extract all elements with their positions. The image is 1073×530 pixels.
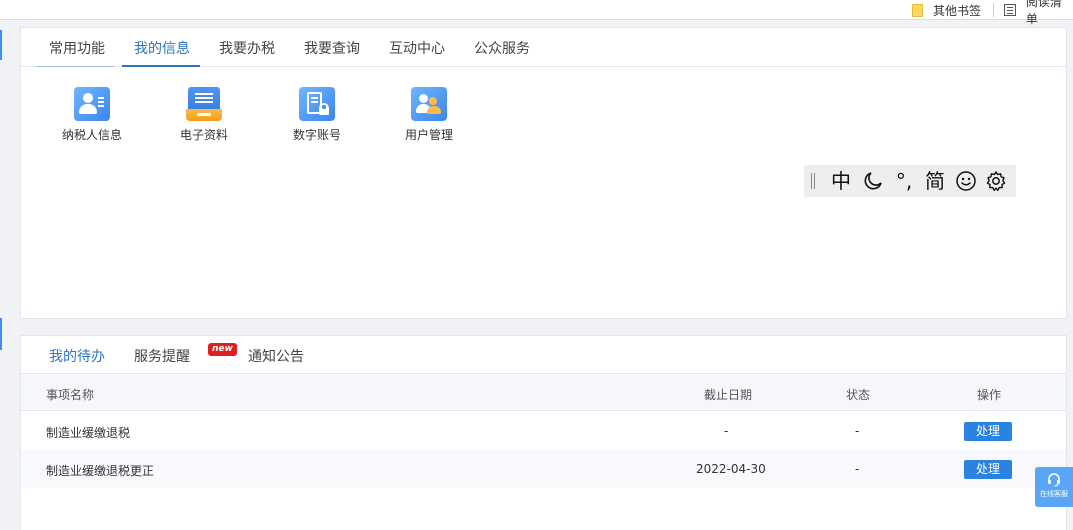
column-header-action: 操作 [977,388,1002,402]
tab-service-reminder[interactable]: 服务提醒 [134,346,190,366]
new-badge: new [208,343,237,356]
gear-icon[interactable] [981,170,1011,192]
online-service-label: 在线客服 [1040,490,1068,498]
taxpayer-info-icon [74,87,110,121]
tab-common-functions[interactable]: 常用功能 [49,38,105,58]
tab-query[interactable]: 我要查询 [304,38,360,58]
bookmark-reading-list[interactable]: 阅读清单 [1004,0,1073,26]
function-electronic-docs[interactable]: 电子资料 [149,87,259,143]
function-label: 电子资料 [179,128,228,142]
function-label: 数字账号 [292,128,341,142]
tab-public-service[interactable]: 公众服务 [474,38,530,58]
bookmarks-bar: 其他书签 阅读清单 [0,0,1073,26]
tab-my-todo[interactable]: 我的待办 [49,346,105,366]
column-header-deadline: 截止日期 [704,388,753,402]
bookmark-other[interactable]: 其他书签 [912,2,981,18]
user-management-icon [411,87,447,121]
function-label: 用户管理 [404,128,453,142]
online-service-button[interactable]: 在线客服 [1035,467,1073,507]
left-edge-mark [0,30,2,60]
column-header-status: 状态 [846,388,871,402]
moon-icon[interactable] [863,171,883,191]
drag-handle-icon[interactable] [811,173,815,189]
todo-panel: 我的待办 服务提醒 new 通知公告 事项名称 截止日期 状态 操作 制造业缓缴… [20,335,1067,530]
tab-tax-handling[interactable]: 我要办税 [219,38,275,58]
row-item-name: 制造业缓缴退税更正 [46,464,155,478]
table-header: 事项名称 截止日期 状态 操作 [21,374,1066,411]
function-user-management[interactable]: 用户管理 [374,87,484,143]
function-digital-account[interactable]: 数字账号 [262,87,372,143]
headset-icon [1035,471,1073,487]
row-status: - [855,424,860,438]
function-taxpayer-info[interactable]: 纳税人信息 [37,87,147,143]
top-tab-bar: 常用功能 我的信息 我要办税 我要查询 互动中心 公众服务 [21,28,1066,67]
tab-interaction[interactable]: 互动中心 [389,38,445,58]
table-row: 制造业缓缴退税 - - 处理 [21,412,1066,450]
bottom-tab-bar: 我的待办 服务提醒 new 通知公告 [21,336,1066,374]
smile-icon[interactable] [951,170,981,192]
electronic-docs-icon [186,87,222,121]
folder-icon [912,3,923,17]
left-edge-mark [0,318,2,350]
row-status: - [855,462,860,476]
tab-my-info[interactable]: 我的信息 [134,38,190,58]
tab-active-underline [122,65,200,67]
tab-notices[interactable]: 通知公告 [248,346,304,366]
table-row: 制造业缓缴退税更正 2022-04-30 - 处理 [21,450,1066,488]
process-button[interactable]: 处理 [964,460,1012,479]
process-button[interactable]: 处理 [964,422,1012,441]
column-header-name: 事项名称 [46,388,95,402]
ime-punctuation-toggle[interactable]: °, [889,165,919,197]
bookmark-label: 其他书签 [933,3,982,18]
row-item-name: 制造业缓缴退税 [46,426,131,440]
row-deadline: 2022-04-30 [696,462,766,476]
bookmark-divider [993,3,994,17]
ime-toolbar: 中 °, 简 [804,165,1016,197]
row-deadline: - [724,424,729,438]
ime-chinese-toggle[interactable]: 中 [825,165,857,197]
ime-simplified-toggle[interactable]: 简 [919,165,951,197]
reading-list-icon [1004,4,1016,16]
tab-underline-inactive [36,66,114,67]
function-label: 纳税人信息 [61,128,122,142]
bookmark-label: 阅读清单 [1025,0,1062,26]
digital-account-icon [299,87,335,121]
